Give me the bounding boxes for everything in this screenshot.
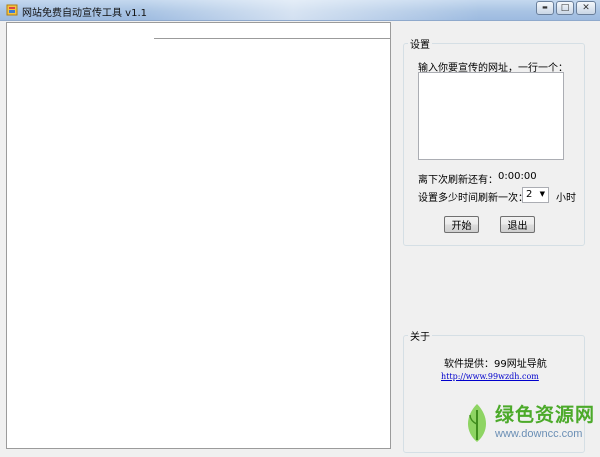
countdown-label: 离下次刷新还有： [418,175,498,186]
watermark-url: www.downcc.com [495,428,583,440]
exit-button[interactable]: 退出 [500,216,535,233]
dropdown-arrow-icon: ▼ [539,190,545,198]
window-title: 网站免费自动宣传工具 v1.1 [22,8,147,19]
provider-label: 软件提供：99网址导航 [444,359,547,370]
start-button[interactable]: 开始 [444,216,479,233]
watermark-name: 绿色资源网 [495,404,596,426]
tab-strip-line [154,38,390,39]
maximize-icon: □ [560,2,570,13]
interval-label: 设置多少时间刷新一次： [418,193,528,204]
about-legend: 关于 [410,332,430,343]
minimize-button[interactable]: ▬ [536,1,554,15]
close-button[interactable]: ✕ [576,1,596,15]
site-watermark: 绿色资源网 www.downcc.com [455,400,595,452]
app-window: 网站免费自动宣传工具 v1.1 ▬ □ ✕ 设置 输入你要宣传的网址，一行一个：… [0,0,600,457]
close-icon: ✕ [582,2,590,13]
countdown-value: 0:00:00 [498,171,537,182]
url-list-textarea[interactable] [418,72,564,160]
web-browser-panel[interactable] [6,22,391,449]
minimize-icon: ▬ [542,4,548,11]
interval-select[interactable]: 2 ▼ [522,187,549,203]
browser-tab[interactable] [6,22,154,39]
title-bar[interactable]: 网站免费自动宣传工具 v1.1 ▬ □ ✕ [0,0,600,21]
app-icon [6,4,18,16]
settings-legend: 设置 [410,40,430,51]
interval-unit: 小时 [556,193,576,204]
title-bar-glow [140,0,480,20]
interval-select-value: 2 [526,189,533,200]
leaf-logo-icon [468,404,486,442]
provider-link[interactable]: http://www.99wzdh.com [441,372,539,381]
window-controls: ▬ □ ✕ [536,1,596,17]
maximize-button[interactable]: □ [556,1,574,15]
